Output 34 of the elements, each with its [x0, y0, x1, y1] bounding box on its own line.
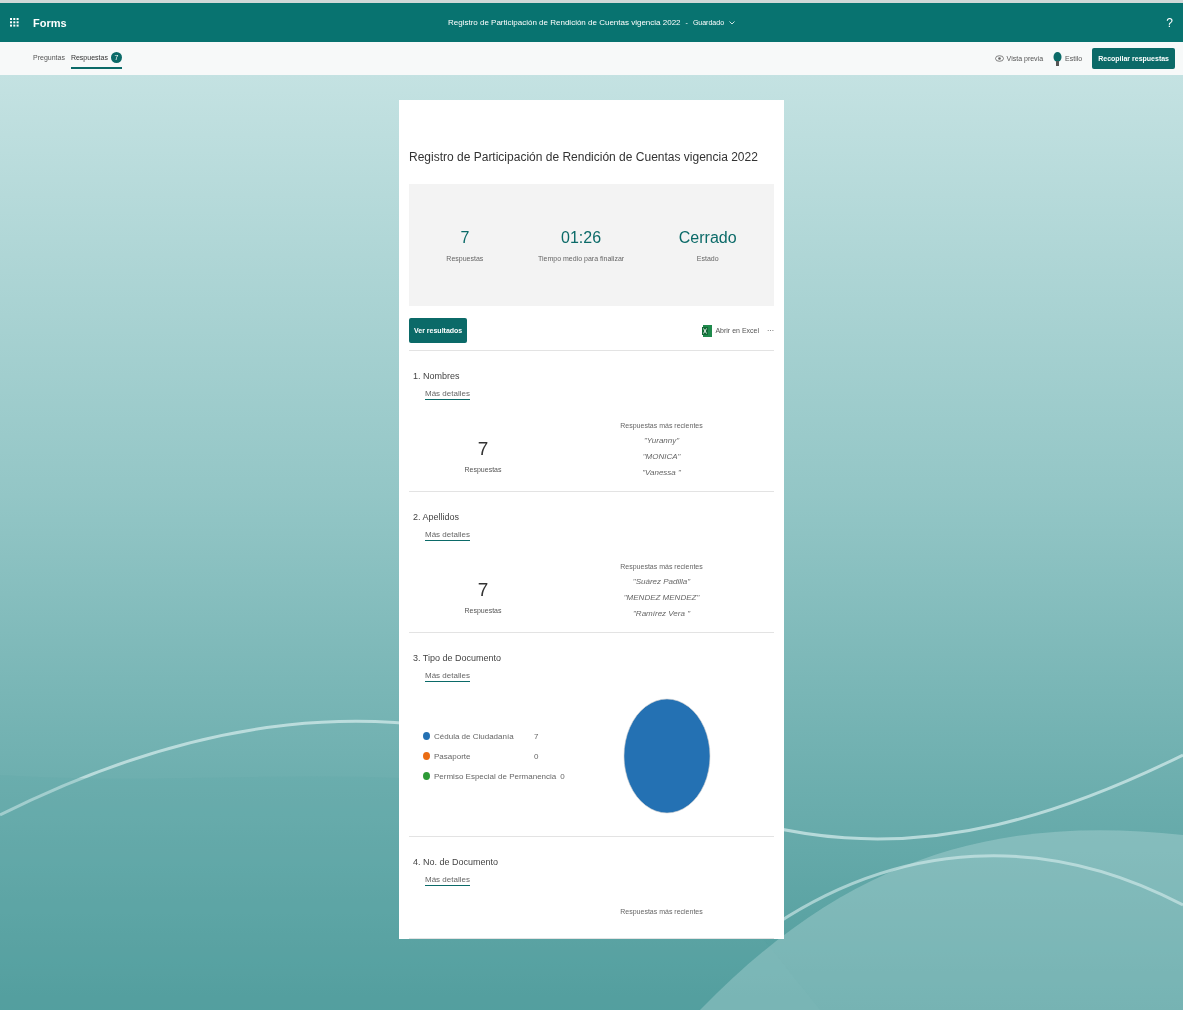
question-title: 4. No. de Documento	[413, 857, 500, 867]
question-title: 3. Tipo de Documento	[413, 653, 503, 663]
option-count: 7	[534, 731, 539, 741]
question-title: 1. Nombres	[413, 371, 461, 381]
stat-value: 7	[460, 228, 470, 247]
recent-response: "MONICA"	[642, 452, 681, 461]
option-count: 0	[534, 751, 539, 761]
spreadsheet-icon	[702, 324, 713, 337]
option-label: Cédula de Ciudadanía	[434, 731, 515, 741]
app-name[interactable]: Forms	[33, 16, 67, 29]
option-label: Pasaporte	[434, 751, 472, 761]
paint-drop-icon	[1053, 51, 1063, 66]
more-details-link[interactable]: Más detalles	[425, 671, 470, 682]
form-title-heading: Registro de Participación de Rendición de Cuentas vigencia 2022	[409, 150, 759, 164]
question-title: 2. Apellidos	[413, 512, 461, 522]
help-button[interactable]: ?	[1166, 15, 1173, 30]
response-count: 7	[477, 579, 489, 601]
app-launcher-icon[interactable]	[10, 18, 19, 27]
more-details-link[interactable]: Más detalles	[425, 875, 470, 886]
option-count: 0	[560, 771, 565, 781]
option-label: Permiso Especial de Permanencia	[434, 771, 557, 781]
stat-value: Cerrado	[678, 228, 737, 247]
response-count: 7	[477, 438, 489, 460]
more-details-link[interactable]: Más detalles	[425, 530, 470, 541]
more-details-link[interactable]: Más detalles	[425, 389, 470, 400]
form-title: Registro de Participación de Rendición de Cuentas vigencia 2022	[447, 18, 681, 27]
recent-response: "Yuranny"	[643, 436, 680, 445]
eye-icon	[994, 55, 1004, 62]
stat-value: 01:26	[561, 228, 602, 247]
recent-response: "Suárez Padilla"	[632, 577, 691, 586]
recent-response: "MENDEZ MENDEZ"	[623, 593, 700, 602]
recent-response: "Vanessa "	[642, 468, 681, 477]
recent-response: "Ramírez Vera "	[633, 609, 690, 618]
chevron-down-icon[interactable]	[729, 20, 736, 25]
